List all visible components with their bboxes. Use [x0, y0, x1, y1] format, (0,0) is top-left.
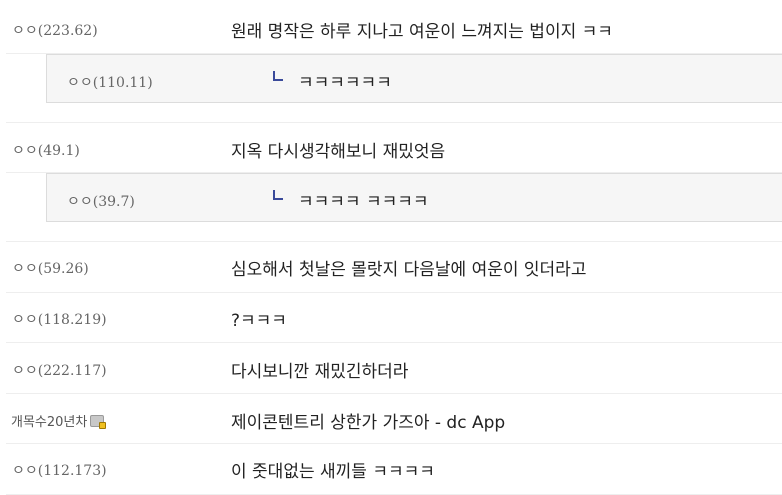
comment-text: 이 줏대없는 새끼들 ㅋㅋㅋㅋ [231, 462, 435, 482]
comment-row: 개목수20년차 제이콘텐트리 상한가 가즈아 - dc App [6, 394, 782, 444]
reply-box: ㅇㅇ(110.11) ㅋㅋㅋㅋㅋㅋ [46, 54, 782, 103]
reply-container: ㅇㅇ(110.11) ㅋㅋㅋㅋㅋㅋ [6, 54, 782, 123]
comment-text: ?ㅋㅋㅋ [231, 311, 287, 331]
comment-writer[interactable]: ㅇㅇ(223.62) [12, 20, 98, 40]
comment-writer[interactable]: ㅇㅇ(118.219) [12, 309, 107, 329]
comment-writer[interactable]: ㅇㅇ(49.1) [12, 140, 80, 160]
reply-arrow-icon [273, 71, 283, 81]
gallog-icon[interactable] [90, 415, 107, 429]
comment-row: ㅇㅇ(49.1) 지옥 다시생각해보니 재밌엇음 [6, 123, 782, 173]
comment-writer[interactable]: 개목수20년차 [11, 411, 107, 430]
comment-row: ㅇㅇ(59.26) 심오해서 첫날은 몰랏지 다음날에 여운이 잇더라고 [6, 242, 782, 293]
reply-writer[interactable]: ㅇㅇ(39.7) [67, 191, 135, 211]
comment-text: 제이콘텐트리 상한가 가즈아 - dc App [231, 413, 506, 433]
comment-row: ㅇㅇ(112.173) 이 줏대없는 새끼들 ㅋㅋㅋㅋ [6, 444, 782, 495]
comment-text: 지옥 다시생각해보니 재밌엇음 [231, 142, 446, 162]
reply-box: ㅇㅇ(39.7) ㅋㅋㅋㅋ ㅋㅋㅋㅋ [46, 173, 782, 222]
reply-text: ㅋㅋㅋㅋㅋㅋ [298, 73, 392, 93]
comment-row: ㅇㅇ(223.62) 원래 명작은 하루 지나고 여운이 느껴지는 법이지 ㅋㅋ [6, 0, 782, 54]
reply-arrow-icon [273, 190, 283, 200]
comment-text: 심오해서 첫날은 몰랏지 다음날에 여운이 잇더라고 [231, 260, 587, 280]
comment-row: ㅇㅇ(118.219) ?ㅋㅋㅋ [6, 293, 782, 343]
comment-text: 원래 명작은 하루 지나고 여운이 느껴지는 법이지 ㅋㅋ [231, 22, 613, 42]
comment-writer[interactable]: ㅇㅇ(112.173) [12, 460, 107, 480]
reply-writer[interactable]: ㅇㅇ(110.11) [67, 72, 153, 92]
comment-text: 다시보니깐 재밌긴하더라 [231, 362, 409, 382]
comment-list: ㅇㅇ(223.62) 원래 명작은 하루 지나고 여운이 느껴지는 법이지 ㅋㅋ… [6, 0, 782, 495]
reply-container: ㅇㅇ(39.7) ㅋㅋㅋㅋ ㅋㅋㅋㅋ [6, 173, 782, 242]
comment-writer[interactable]: ㅇㅇ(222.117) [12, 360, 107, 380]
reply-text: ㅋㅋㅋㅋ ㅋㅋㅋㅋ [298, 192, 429, 212]
comment-row: ㅇㅇ(222.117) 다시보니깐 재밌긴하더라 [6, 343, 782, 394]
member-nickname[interactable]: 개목수20년차 [11, 415, 87, 430]
comment-writer[interactable]: ㅇㅇ(59.26) [12, 258, 89, 278]
